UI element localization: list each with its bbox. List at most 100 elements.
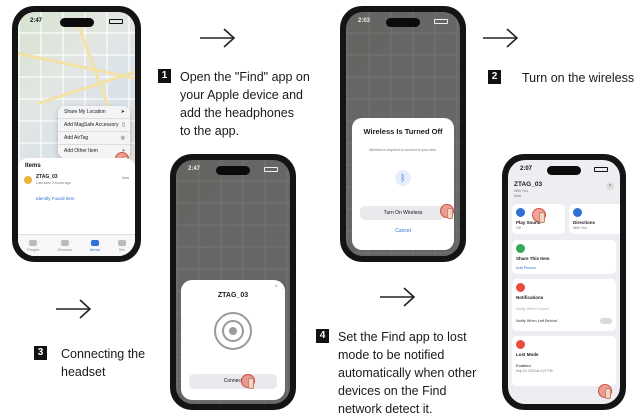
step-1-line-1: Open the "Find" app on	[180, 70, 310, 84]
identify-found-item-link[interactable]: Identify Found Item	[36, 196, 75, 201]
item-title: ZTAG_03	[514, 181, 543, 188]
items-sheet: Items ZTAG_03 Last seen 2 hours ago Now …	[18, 158, 135, 256]
lost-mode-date: Sep 10, 2024 at 2:07 PM	[516, 369, 553, 373]
menu-item-share-location[interactable]: Share My Location ➤	[58, 106, 130, 119]
status-time: 2:07	[520, 166, 533, 172]
notify-when-left[interactable]: Notify When Left Behind	[516, 319, 557, 323]
tab-me[interactable]: Me	[117, 239, 126, 252]
dynamic-island	[216, 166, 250, 175]
tab-devices[interactable]: Devices	[58, 239, 72, 252]
step-1-line-2: your Apple device and	[180, 88, 304, 102]
notifications-title: Notifications	[516, 295, 544, 300]
item-name: ZTAG_03	[36, 174, 58, 181]
tap-indicator	[440, 204, 454, 219]
battery-icon	[434, 19, 448, 24]
dynamic-island	[547, 166, 581, 175]
item-row[interactable]: ZTAG_03 Last seen 2 hours ago Now	[24, 174, 129, 188]
step-2: 2 Turn on the wireless	[488, 69, 641, 87]
dynamic-island	[59, 18, 94, 27]
airtag-icon: ◎	[120, 135, 125, 141]
notifications-section: Notifications Notify When Found Notify W…	[512, 279, 616, 331]
step-3-line-1: Connecting the	[61, 347, 146, 361]
item-subtitle-2: Now	[514, 194, 522, 198]
phone-screen: 2:07 ZTAG_03 With You Now × Play Sound O…	[508, 160, 620, 404]
directions-sub: With You	[573, 226, 587, 230]
step-number-4: 4	[316, 329, 329, 343]
lost-mode-section: Lost Mode Enabled Sep 10, 2024 at 2:07 P…	[512, 336, 616, 386]
wireless-icon: ᛒ	[395, 170, 411, 186]
tab-people[interactable]: People	[27, 239, 40, 252]
wireless-off-dialog: Wireless Is Turned Off Wireless is requi…	[352, 118, 454, 250]
status-time: 2:47	[188, 166, 201, 172]
tap-indicator	[241, 374, 255, 389]
tap-indicator	[532, 208, 546, 223]
magsafe-icon: ▯	[122, 122, 125, 128]
notify-left-toggle[interactable]	[600, 318, 612, 324]
phone-wireless-off: 2:03 Wireless Is Turned Off Wireless is …	[340, 6, 466, 262]
menu-item-add-magsafe[interactable]: Add MagSafe Accessory ▯	[58, 119, 130, 132]
turn-on-wireless-button[interactable]: Turn On Wireless	[360, 206, 446, 220]
step-4-line-1: Set the Find app to lost	[338, 330, 467, 344]
step-4: 4 Set the Find app to lost mode to be no…	[316, 328, 496, 417]
share-section: Share This Item Add Person	[512, 240, 616, 274]
step-number-3: 3	[34, 346, 47, 360]
items-heading: Items	[25, 163, 41, 170]
lock-icon	[516, 340, 525, 349]
notify-when-found[interactable]: Notify When Found	[516, 307, 549, 311]
step-1-line-4: to the app.	[180, 124, 240, 138]
close-icon[interactable]: ×	[274, 284, 278, 290]
arrow-right-icon	[481, 25, 521, 51]
arrow-right-icon	[54, 296, 94, 322]
directions-card[interactable]: Directions With You	[569, 204, 620, 234]
location-arrow-icon: ➤	[120, 109, 125, 115]
step-1: 1 Open the "Find" app on your Apple devi…	[158, 68, 338, 140]
arrow-right-icon	[378, 284, 418, 310]
step-1-line-3: add the headphones	[180, 106, 294, 120]
phone-screen: 2:03 Wireless Is Turned Off Wireless is …	[346, 12, 460, 256]
step-3: 3 Connecting the headset	[34, 345, 164, 381]
menu-item-add-airtag[interactable]: Add AirTag ◎	[58, 132, 130, 145]
tab-items[interactable]: Items	[90, 239, 100, 252]
item-status: Last seen 2 hours ago	[36, 181, 71, 186]
play-sound-sub: Off	[516, 226, 521, 230]
dialog-subtitle: Wireless is required to connect to your …	[368, 148, 438, 152]
item-subtitle: With You	[514, 189, 528, 193]
phone-find-app: 2:47 Share My Location ➤ Add MagSafe Acce…	[12, 6, 141, 262]
directions-icon	[573, 208, 582, 217]
dynamic-island	[386, 18, 420, 27]
connect-button[interactable]: Connect	[189, 374, 277, 389]
step-4-line-2: mode to be notified	[338, 348, 445, 362]
battery-icon	[594, 167, 608, 172]
device-name: ZTAG_03	[217, 292, 249, 299]
connect-sheet: × ZTAG_03 Connect	[181, 280, 285, 400]
share-icon	[516, 244, 525, 253]
add-person-link[interactable]: Add Person	[516, 266, 536, 270]
tab-bar: People Devices Items Me	[18, 234, 135, 256]
add-menu: Share My Location ➤ Add MagSafe Accessory…	[58, 106, 130, 158]
phone-screen: 2:47 Share My Location ➤ Add MagSafe Acce…	[18, 12, 135, 256]
item-time: Now	[121, 176, 129, 181]
headset-icon	[214, 312, 252, 350]
status-time: 2:47	[30, 18, 43, 24]
bell-icon	[516, 283, 525, 292]
step-4-line-5: network detect it.	[338, 402, 433, 416]
directions-label: Directions	[573, 220, 596, 225]
step-3-line-2: headset	[61, 365, 106, 379]
step-2-line-1: Turn on the wireless	[522, 71, 635, 85]
dialog-title: Wireless Is Turned Off	[363, 127, 443, 136]
step-number-1: 1	[158, 69, 171, 83]
lost-mode-title: Lost Mode	[516, 352, 539, 357]
close-icon[interactable]: ×	[606, 182, 614, 190]
lost-mode-status[interactable]: Enabled	[516, 363, 531, 368]
step-4-line-3: automatically when other	[338, 366, 477, 380]
speaker-icon	[516, 208, 525, 217]
cancel-button[interactable]: Cancel	[352, 228, 454, 234]
step-number-2: 2	[488, 70, 501, 84]
item-pin-icon	[24, 176, 32, 185]
step-4-line-4: devices on the Find	[338, 384, 447, 398]
share-title: Share This Item	[516, 256, 550, 261]
phone-screen: 2:47 × ZTAG_03 Connect	[176, 160, 290, 404]
phone-item-detail: 2:07 ZTAG_03 With You Now × Play Sound O…	[502, 154, 626, 410]
status-time: 2:03	[358, 18, 371, 24]
tap-indicator	[598, 384, 612, 399]
